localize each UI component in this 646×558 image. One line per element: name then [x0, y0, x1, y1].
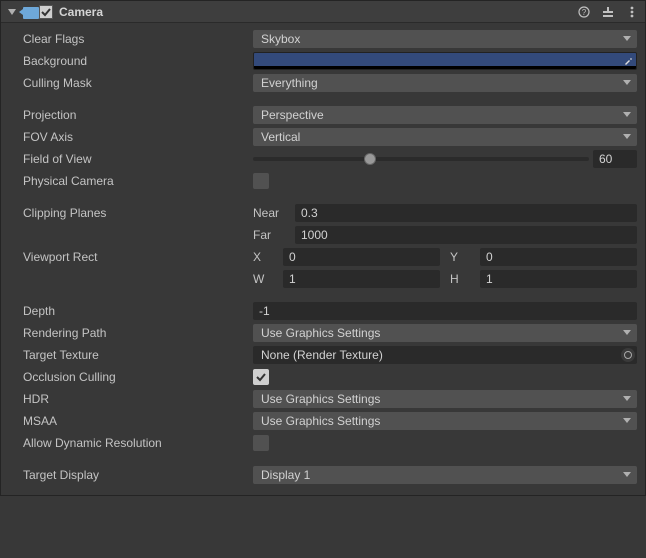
depth-label: Depth [9, 304, 253, 318]
rendering-path-dropdown[interactable]: Use Graphics Settings [253, 324, 637, 342]
viewport-w-label: W [253, 272, 279, 286]
chevron-down-icon [623, 80, 631, 85]
background-color-field[interactable] [253, 52, 637, 70]
chevron-down-icon [623, 330, 631, 335]
projection-label: Projection [9, 108, 253, 122]
background-label: Background [9, 54, 253, 68]
clear-flags-label: Clear Flags [9, 32, 253, 46]
far-field[interactable]: 1000 [295, 226, 637, 244]
near-value: 0.3 [301, 206, 318, 220]
color-swatch [254, 53, 636, 66]
viewport-rect-label: Viewport Rect [9, 250, 253, 264]
far-value: 1000 [301, 228, 328, 242]
slider-thumb[interactable] [364, 153, 376, 165]
hdr-dropdown[interactable]: Use Graphics Settings [253, 390, 637, 408]
rendering-path-label: Rendering Path [9, 326, 253, 340]
projection-dropdown[interactable]: Perspective [253, 106, 637, 124]
component-body: Clear Flags Skybox Background [1, 23, 645, 495]
fov-axis-value: Vertical [261, 130, 300, 144]
viewport-x-field[interactable]: 0 [283, 248, 440, 266]
camera-icon [19, 5, 35, 19]
fov-axis-dropdown[interactable]: Vertical [253, 128, 637, 146]
occlusion-culling-label: Occlusion Culling [9, 370, 253, 384]
occlusion-culling-checkbox[interactable] [253, 369, 269, 385]
chevron-down-icon [623, 396, 631, 401]
slider-track[interactable] [253, 157, 589, 161]
chevron-down-icon [623, 134, 631, 139]
foldout-toggle-icon[interactable] [7, 7, 17, 17]
target-texture-label: Target Texture [9, 348, 253, 362]
msaa-dropdown[interactable]: Use Graphics Settings [253, 412, 637, 430]
near-label: Near [253, 206, 291, 220]
viewport-w-field[interactable]: 1 [283, 270, 440, 288]
far-label: Far [253, 228, 291, 242]
fov-slider[interactable] [253, 157, 589, 161]
svg-text:?: ? [582, 8, 587, 17]
object-picker-icon[interactable] [621, 348, 635, 362]
msaa-label: MSAA [9, 414, 253, 428]
culling-mask-dropdown[interactable]: Everything [253, 74, 637, 92]
physical-camera-label: Physical Camera [9, 174, 253, 188]
physical-camera-checkbox[interactable] [253, 173, 269, 189]
viewport-y-field[interactable]: 0 [480, 248, 637, 266]
target-texture-field[interactable]: None (Render Texture) [253, 346, 637, 364]
viewport-y-label: Y [450, 250, 476, 264]
fov-number-field[interactable]: 60 [593, 150, 637, 168]
projection-value: Perspective [261, 108, 324, 122]
clear-flags-dropdown[interactable]: Skybox [253, 30, 637, 48]
clipping-planes-label: Clipping Planes [9, 206, 253, 220]
eyedropper-icon[interactable] [622, 55, 634, 67]
viewport-h-label: H [450, 272, 476, 286]
clear-flags-value: Skybox [261, 32, 300, 46]
camera-inspector-panel: Camera ? Clear Flags Skybox Backg [0, 0, 646, 496]
allow-dynamic-resolution-checkbox[interactable] [253, 435, 269, 451]
alpha-bar [254, 66, 636, 69]
component-header[interactable]: Camera ? [1, 1, 645, 23]
target-display-label: Target Display [9, 468, 253, 482]
fov-value: 60 [599, 152, 612, 166]
near-field[interactable]: 0.3 [295, 204, 637, 222]
fov-label: Field of View [9, 152, 253, 166]
chevron-down-icon [623, 112, 631, 117]
chevron-down-icon [623, 36, 631, 41]
hdr-label: HDR [9, 392, 253, 406]
component-enabled-checkbox[interactable] [39, 5, 53, 19]
depth-value: -1 [259, 304, 270, 318]
viewport-x-label: X [253, 250, 279, 264]
component-title: Camera [59, 5, 577, 19]
kebab-menu-icon[interactable] [625, 5, 639, 19]
viewport-h-field[interactable]: 1 [480, 270, 637, 288]
help-icon[interactable]: ? [577, 5, 591, 19]
culling-mask-label: Culling Mask [9, 76, 253, 90]
target-display-dropdown[interactable]: Display 1 [253, 466, 637, 484]
chevron-down-icon [623, 472, 631, 477]
allow-dynamic-resolution-label: Allow Dynamic Resolution [9, 436, 253, 450]
depth-field[interactable]: -1 [253, 302, 637, 320]
culling-mask-value: Everything [261, 76, 318, 90]
presets-icon[interactable] [601, 5, 615, 19]
fov-axis-label: FOV Axis [9, 130, 253, 144]
chevron-down-icon [623, 418, 631, 423]
